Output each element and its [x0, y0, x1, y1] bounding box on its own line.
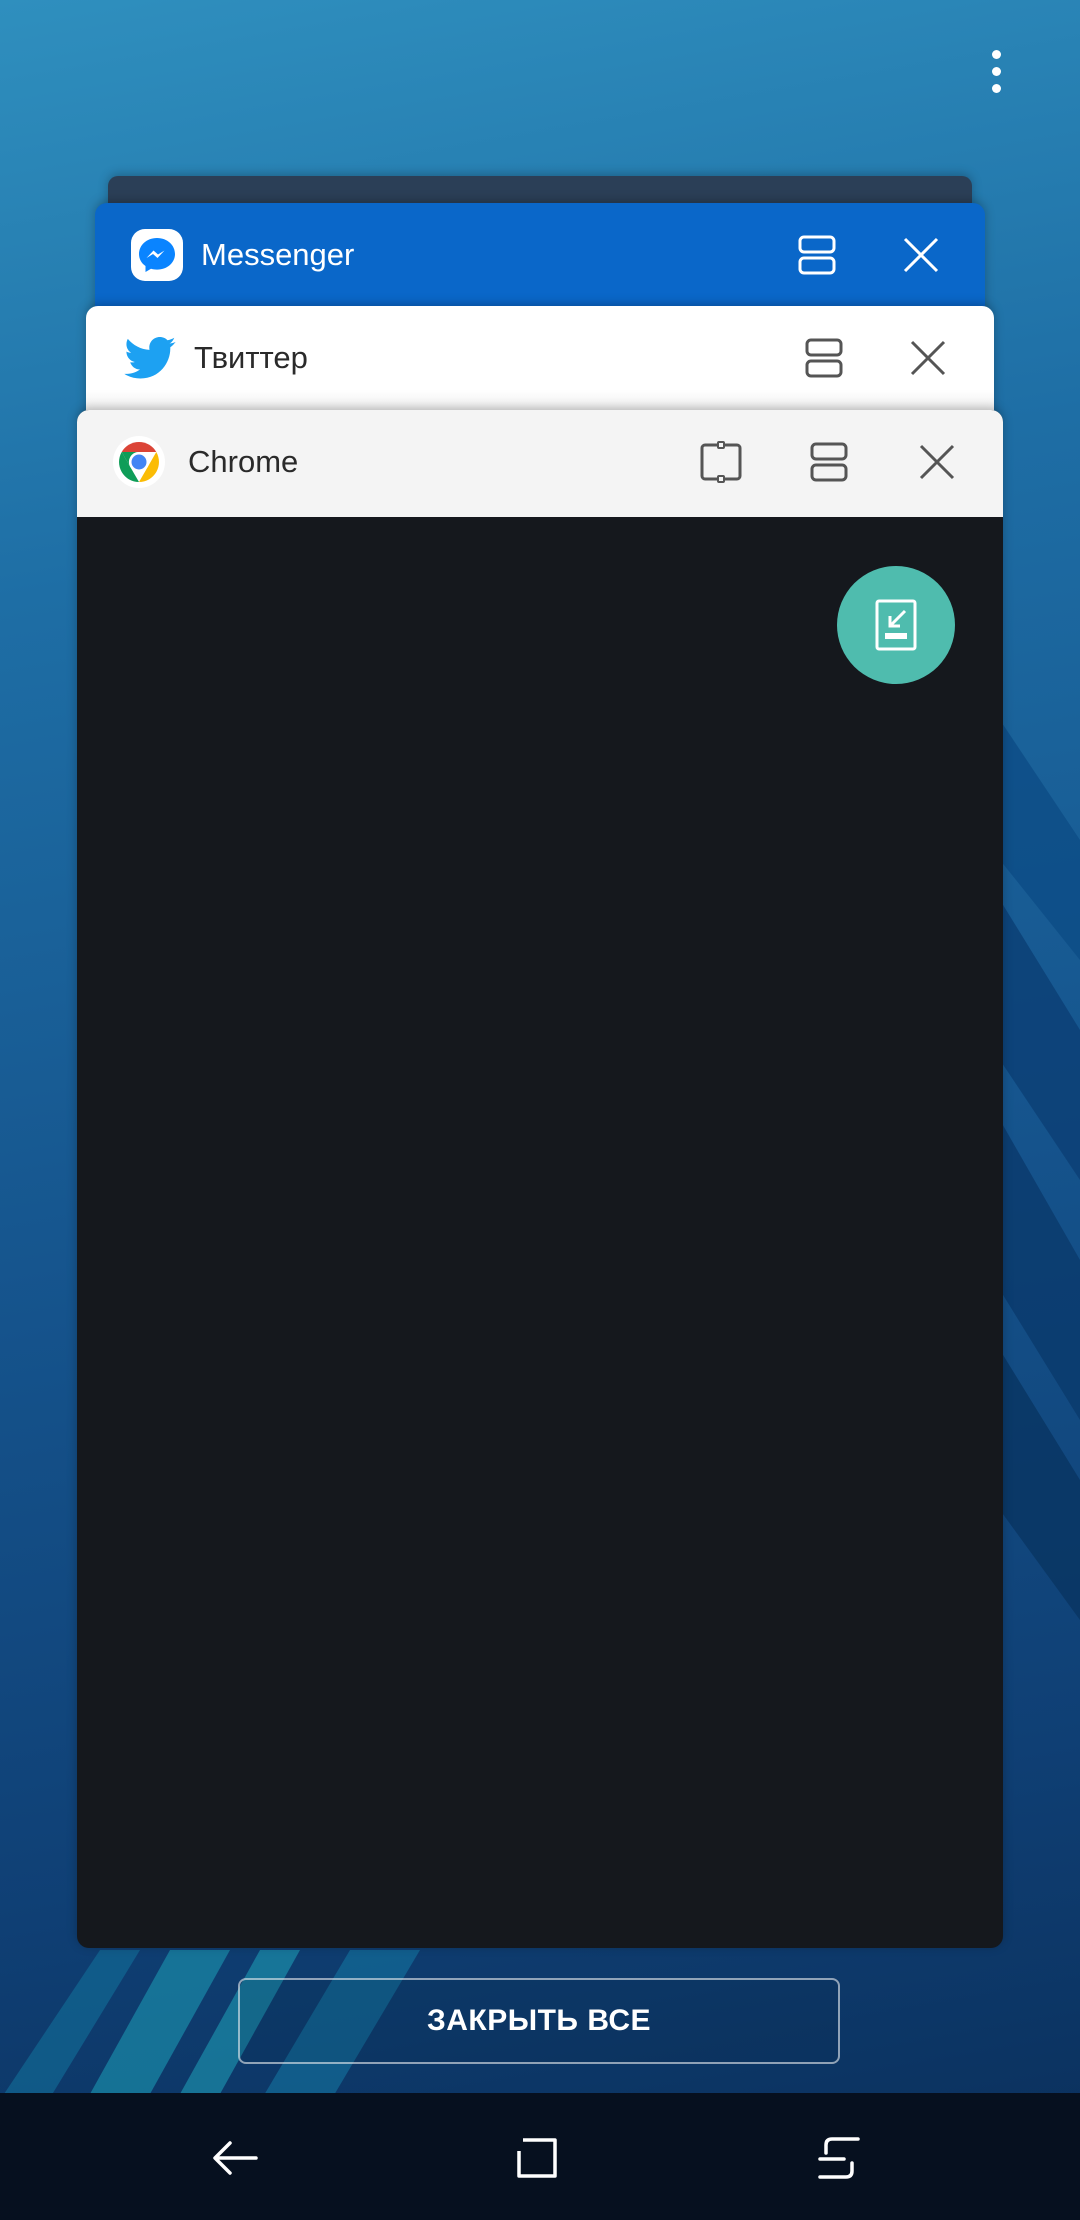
close-app-button[interactable]: [907, 432, 967, 492]
split-screen-button[interactable]: [787, 225, 847, 285]
close-all-button[interactable]: ЗАКРЫТЬ ВСЕ: [238, 1978, 840, 2064]
recent-app-card-messenger[interactable]: Messenger: [95, 203, 985, 323]
close-app-button[interactable]: [891, 225, 951, 285]
recent-app-card-twitter[interactable]: Твиттер: [86, 306, 994, 426]
recents-button[interactable]: [804, 2123, 874, 2193]
card-header: Chrome: [77, 410, 1003, 517]
minimize-window-icon: [875, 599, 917, 651]
close-icon: [903, 237, 939, 273]
pop-up-view-button[interactable]: [691, 432, 751, 492]
minimize-window-button[interactable]: [837, 566, 955, 684]
more-options-button[interactable]: [970, 40, 1022, 104]
navigation-bar: [0, 2093, 1080, 2220]
back-button[interactable]: [200, 2123, 270, 2193]
split-screen-icon: [798, 235, 836, 275]
recents-square-icon: [517, 2138, 557, 2178]
card-header: Твиттер: [86, 306, 994, 410]
twitter-icon: [122, 330, 178, 386]
home-button[interactable]: [502, 2123, 572, 2193]
back-icon: [213, 2141, 258, 2175]
recent-app-card-chrome[interactable]: Chrome: [77, 410, 1003, 1948]
chrome-icon: [111, 434, 167, 490]
split-screen-button[interactable]: [794, 328, 854, 388]
close-app-button[interactable]: [898, 328, 958, 388]
close-icon: [919, 444, 955, 480]
close-icon: [910, 340, 946, 376]
more-vert-icon-dot: [992, 67, 1001, 76]
more-vert-icon-dot: [992, 84, 1001, 93]
pop-up-view-icon: [700, 441, 742, 483]
recents-icon: [818, 2137, 860, 2179]
app-name: Messenger: [201, 237, 355, 272]
more-vert-icon: [992, 50, 1001, 59]
card-header: Messenger: [95, 203, 985, 307]
app-name: Твиттер: [194, 340, 308, 375]
split-screen-icon: [810, 442, 848, 482]
split-screen-icon: [805, 338, 843, 378]
split-screen-button[interactable]: [799, 432, 859, 492]
messenger-icon: [129, 227, 185, 283]
app-name: Chrome: [188, 444, 299, 479]
